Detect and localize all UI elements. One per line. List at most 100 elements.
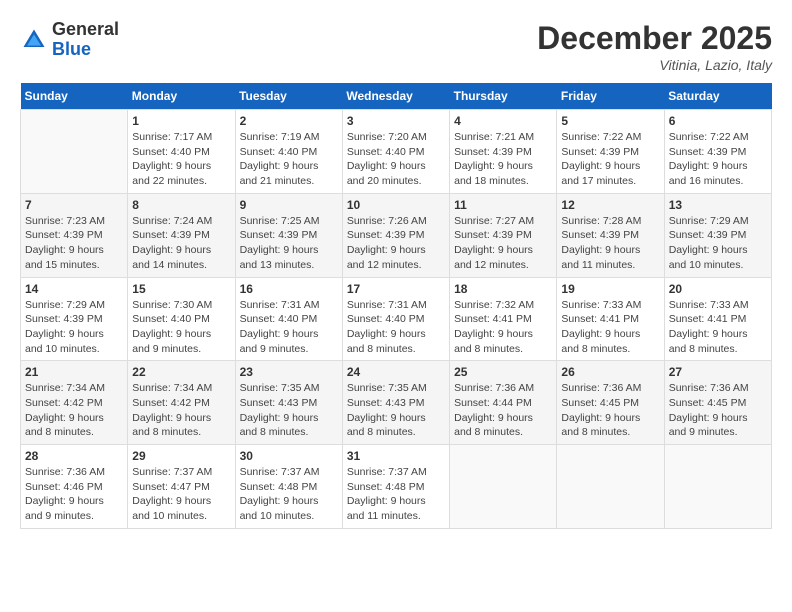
day-cell: 29 Sunrise: 7:37 AM Sunset: 4:47 PM Dayli… — [128, 445, 235, 529]
logo-icon — [20, 26, 48, 54]
day-info: Sunrise: 7:21 AM Sunset: 4:39 PM Dayligh… — [454, 130, 552, 189]
day-number: 28 — [25, 449, 123, 463]
day-number: 21 — [25, 365, 123, 379]
day-info: Sunrise: 7:33 AM Sunset: 4:41 PM Dayligh… — [669, 298, 767, 357]
day-cell: 19 Sunrise: 7:33 AM Sunset: 4:41 PM Dayli… — [557, 277, 664, 361]
day-cell — [21, 110, 128, 194]
day-number: 25 — [454, 365, 552, 379]
day-info: Sunrise: 7:32 AM Sunset: 4:41 PM Dayligh… — [454, 298, 552, 357]
day-number: 11 — [454, 198, 552, 212]
day-number: 22 — [132, 365, 230, 379]
day-info: Sunrise: 7:25 AM Sunset: 4:39 PM Dayligh… — [240, 214, 338, 273]
day-info: Sunrise: 7:29 AM Sunset: 4:39 PM Dayligh… — [25, 298, 123, 357]
day-info: Sunrise: 7:36 AM Sunset: 4:45 PM Dayligh… — [561, 381, 659, 440]
day-cell: 3 Sunrise: 7:20 AM Sunset: 4:40 PM Daylig… — [342, 110, 449, 194]
week-row-5: 28 Sunrise: 7:36 AM Sunset: 4:46 PM Dayli… — [21, 445, 772, 529]
day-info: Sunrise: 7:17 AM Sunset: 4:40 PM Dayligh… — [132, 130, 230, 189]
day-cell: 30 Sunrise: 7:37 AM Sunset: 4:48 PM Dayli… — [235, 445, 342, 529]
day-info: Sunrise: 7:34 AM Sunset: 4:42 PM Dayligh… — [132, 381, 230, 440]
day-cell: 9 Sunrise: 7:25 AM Sunset: 4:39 PM Daylig… — [235, 193, 342, 277]
day-cell: 5 Sunrise: 7:22 AM Sunset: 4:39 PM Daylig… — [557, 110, 664, 194]
day-number: 2 — [240, 114, 338, 128]
day-header-wednesday: Wednesday — [342, 83, 449, 110]
day-info: Sunrise: 7:27 AM Sunset: 4:39 PM Dayligh… — [454, 214, 552, 273]
logo-general-text: General — [52, 20, 119, 40]
day-number: 19 — [561, 282, 659, 296]
day-number: 26 — [561, 365, 659, 379]
week-row-2: 7 Sunrise: 7:23 AM Sunset: 4:39 PM Daylig… — [21, 193, 772, 277]
day-cell: 14Sunrise: 7:29 AM Sunset: 4:39 PM Dayli… — [21, 277, 128, 361]
day-cell: 11 Sunrise: 7:27 AM Sunset: 4:39 PM Dayli… — [450, 193, 557, 277]
day-number: 5 — [561, 114, 659, 128]
calendar-header: SundayMondayTuesdayWednesdayThursdayFrid… — [21, 83, 772, 110]
day-header-thursday: Thursday — [450, 83, 557, 110]
calendar-body: 1 Sunrise: 7:17 AM Sunset: 4:40 PM Daylig… — [21, 110, 772, 529]
day-info: Sunrise: 7:22 AM Sunset: 4:39 PM Dayligh… — [561, 130, 659, 189]
day-header-friday: Friday — [557, 83, 664, 110]
day-info: Sunrise: 7:20 AM Sunset: 4:40 PM Dayligh… — [347, 130, 445, 189]
day-info: Sunrise: 7:35 AM Sunset: 4:43 PM Dayligh… — [240, 381, 338, 440]
day-number: 23 — [240, 365, 338, 379]
day-number: 17 — [347, 282, 445, 296]
day-header-monday: Monday — [128, 83, 235, 110]
day-cell: 7 Sunrise: 7:23 AM Sunset: 4:39 PM Daylig… — [21, 193, 128, 277]
day-info: Sunrise: 7:26 AM Sunset: 4:39 PM Dayligh… — [347, 214, 445, 273]
day-info: Sunrise: 7:28 AM Sunset: 4:39 PM Dayligh… — [561, 214, 659, 273]
day-cell: 28 Sunrise: 7:36 AM Sunset: 4:46 PM Dayli… — [21, 445, 128, 529]
day-number: 7 — [25, 198, 123, 212]
day-cell — [450, 445, 557, 529]
day-info: Sunrise: 7:31 AM Sunset: 4:40 PM Dayligh… — [240, 298, 338, 357]
day-cell: 1 Sunrise: 7:17 AM Sunset: 4:40 PM Daylig… — [128, 110, 235, 194]
day-info: Sunrise: 7:36 AM Sunset: 4:46 PM Dayligh… — [25, 465, 123, 524]
day-number: 20 — [669, 282, 767, 296]
day-cell: 12 Sunrise: 7:28 AM Sunset: 4:39 PM Dayli… — [557, 193, 664, 277]
day-cell: 23 Sunrise: 7:35 AM Sunset: 4:43 PM Dayli… — [235, 361, 342, 445]
day-number: 29 — [132, 449, 230, 463]
day-number: 30 — [240, 449, 338, 463]
day-cell: 25 Sunrise: 7:36 AM Sunset: 4:44 PM Dayli… — [450, 361, 557, 445]
day-number: 3 — [347, 114, 445, 128]
day-info: Sunrise: 7:24 AM Sunset: 4:39 PM Dayligh… — [132, 214, 230, 273]
day-header-sunday: Sunday — [21, 83, 128, 110]
day-number: 1 — [132, 114, 230, 128]
day-cell — [557, 445, 664, 529]
day-info: Sunrise: 7:19 AM Sunset: 4:40 PM Dayligh… — [240, 130, 338, 189]
day-info: Sunrise: 7:23 AM Sunset: 4:39 PM Dayligh… — [25, 214, 123, 273]
day-header-tuesday: Tuesday — [235, 83, 342, 110]
week-row-4: 21 Sunrise: 7:34 AM Sunset: 4:42 PM Dayli… — [21, 361, 772, 445]
day-number: 24 — [347, 365, 445, 379]
day-number: 6 — [669, 114, 767, 128]
day-info: Sunrise: 7:37 AM Sunset: 4:48 PM Dayligh… — [347, 465, 445, 524]
day-cell: 18Sunrise: 7:32 AM Sunset: 4:41 PM Dayli… — [450, 277, 557, 361]
day-info: Sunrise: 7:35 AM Sunset: 4:43 PM Dayligh… — [347, 381, 445, 440]
day-number: 8 — [132, 198, 230, 212]
day-info: Sunrise: 7:22 AM Sunset: 4:39 PM Dayligh… — [669, 130, 767, 189]
day-info: Sunrise: 7:33 AM Sunset: 4:41 PM Dayligh… — [561, 298, 659, 357]
day-info: Sunrise: 7:34 AM Sunset: 4:42 PM Dayligh… — [25, 381, 123, 440]
day-cell: 21 Sunrise: 7:34 AM Sunset: 4:42 PM Dayli… — [21, 361, 128, 445]
day-number: 15 — [132, 282, 230, 296]
day-info: Sunrise: 7:36 AM Sunset: 4:44 PM Dayligh… — [454, 381, 552, 440]
month-title: December 2025 — [537, 20, 772, 57]
day-number: 9 — [240, 198, 338, 212]
day-cell: 26 Sunrise: 7:36 AM Sunset: 4:45 PM Dayli… — [557, 361, 664, 445]
day-cell: 8 Sunrise: 7:24 AM Sunset: 4:39 PM Daylig… — [128, 193, 235, 277]
week-row-1: 1 Sunrise: 7:17 AM Sunset: 4:40 PM Daylig… — [21, 110, 772, 194]
day-cell: 10 Sunrise: 7:26 AM Sunset: 4:39 PM Dayli… — [342, 193, 449, 277]
day-info: Sunrise: 7:30 AM Sunset: 4:40 PM Dayligh… — [132, 298, 230, 357]
day-cell: 6 Sunrise: 7:22 AM Sunset: 4:39 PM Daylig… — [664, 110, 771, 194]
day-cell: 15 Sunrise: 7:30 AM Sunset: 4:40 PM Dayli… — [128, 277, 235, 361]
day-number: 12 — [561, 198, 659, 212]
day-number: 31 — [347, 449, 445, 463]
day-number: 10 — [347, 198, 445, 212]
day-cell: 16Sunrise: 7:31 AM Sunset: 4:40 PM Dayli… — [235, 277, 342, 361]
day-number: 4 — [454, 114, 552, 128]
day-info: Sunrise: 7:37 AM Sunset: 4:47 PM Dayligh… — [132, 465, 230, 524]
logo: General Blue — [20, 20, 119, 60]
day-cell — [664, 445, 771, 529]
days-of-week-row: SundayMondayTuesdayWednesdayThursdayFrid… — [21, 83, 772, 110]
page-header: General Blue December 2025 Vitinia, Lazi… — [20, 20, 772, 73]
day-cell: 17Sunrise: 7:31 AM Sunset: 4:40 PM Dayli… — [342, 277, 449, 361]
logo-blue-text: Blue — [52, 40, 119, 60]
day-info: Sunrise: 7:37 AM Sunset: 4:48 PM Dayligh… — [240, 465, 338, 524]
